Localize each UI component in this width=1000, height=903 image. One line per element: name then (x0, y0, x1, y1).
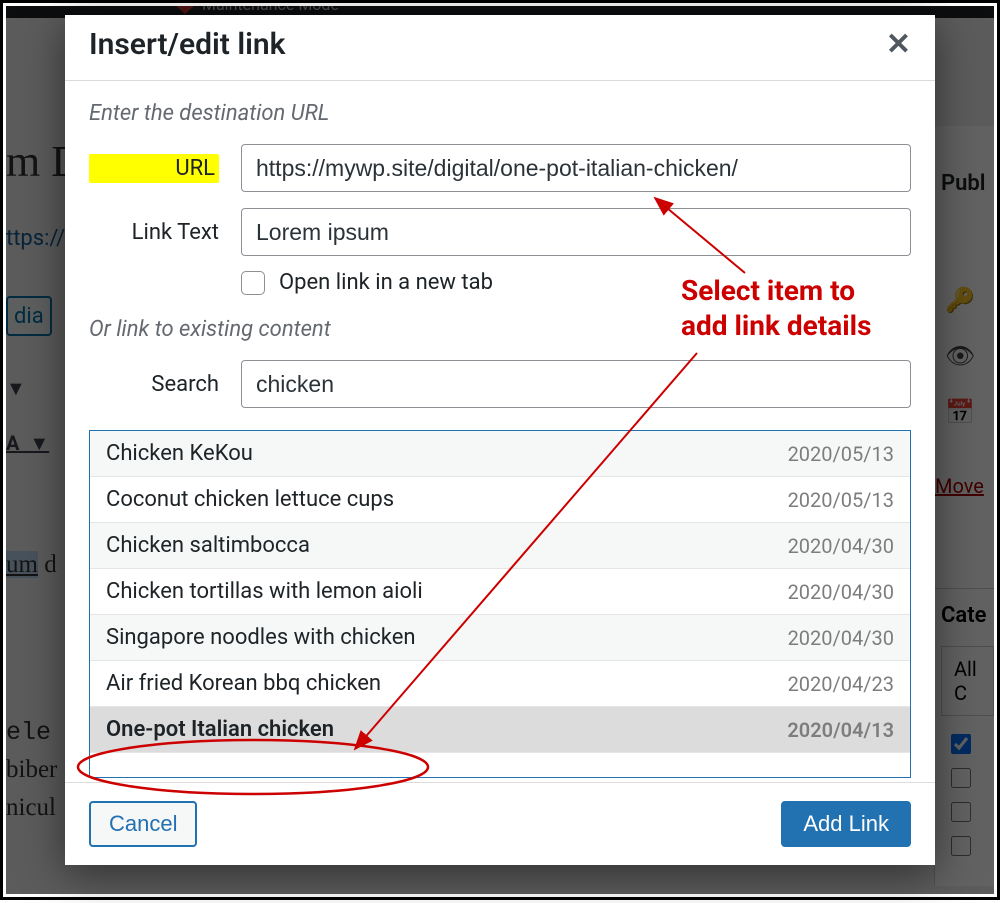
result-date: 2020/04/30 (788, 534, 894, 558)
search-result-item[interactable]: One-pot Italian chicken 2020/04/13 (90, 707, 910, 753)
url-input[interactable] (241, 144, 911, 192)
search-result-item[interactable]: Coconut chicken lettuce cups 2020/05/13 (90, 477, 910, 523)
result-date: 2020/04/23 (788, 672, 894, 696)
result-title: One-pot Italian chicken (106, 717, 334, 742)
search-result-item[interactable]: Singapore noodles with chicken 2020/04/30 (90, 615, 910, 661)
result-date: 2020/05/13 (788, 442, 894, 466)
cancel-button[interactable]: Cancel (89, 801, 197, 847)
result-title: Coconut chicken lettuce cups (106, 487, 394, 512)
url-hint: Enter the destination URL (89, 101, 911, 126)
result-date: 2020/04/30 (788, 580, 894, 604)
result-date: 2020/05/13 (788, 488, 894, 512)
result-title: Chicken saltimbocca (106, 533, 310, 558)
result-date: 2020/04/30 (788, 626, 894, 650)
url-label: URL (89, 154, 219, 183)
close-icon[interactable]: ✕ (886, 30, 911, 60)
search-label: Search (89, 372, 219, 397)
new-tab-checkbox[interactable] (241, 271, 265, 295)
insert-link-dialog: Insert/edit link ✕ Enter the destination… (65, 15, 935, 865)
result-title: Chicken KeKou (106, 441, 253, 466)
search-result-item[interactable]: Chicken KeKou 2020/05/13 (90, 431, 910, 477)
dialog-title: Insert/edit link (89, 27, 286, 62)
link-text-label: Link Text (89, 220, 219, 245)
search-input[interactable] (241, 360, 911, 408)
search-results-list[interactable]: Chicken KeKou2020/05/13Coconut chicken l… (89, 430, 911, 778)
search-result-item[interactable]: Chicken tortillas with lemon aioli 2020/0… (90, 569, 910, 615)
result-title: Air fried Korean bbq chicken (106, 671, 381, 696)
add-link-button[interactable]: Add Link (781, 801, 911, 847)
result-title: Singapore noodles with chicken (106, 625, 416, 650)
search-result-item[interactable]: Chicken saltimbocca 2020/04/30 (90, 523, 910, 569)
search-result-item[interactable]: Air fried Korean bbq chicken 2020/04/23 (90, 661, 910, 707)
result-title: Chicken tortillas with lemon aioli (106, 579, 423, 604)
annotation-text: Select item to add link details (681, 273, 871, 343)
link-text-input[interactable] (241, 208, 911, 256)
new-tab-label: Open link in a new tab (279, 270, 493, 295)
result-date: 2020/04/13 (787, 718, 894, 742)
